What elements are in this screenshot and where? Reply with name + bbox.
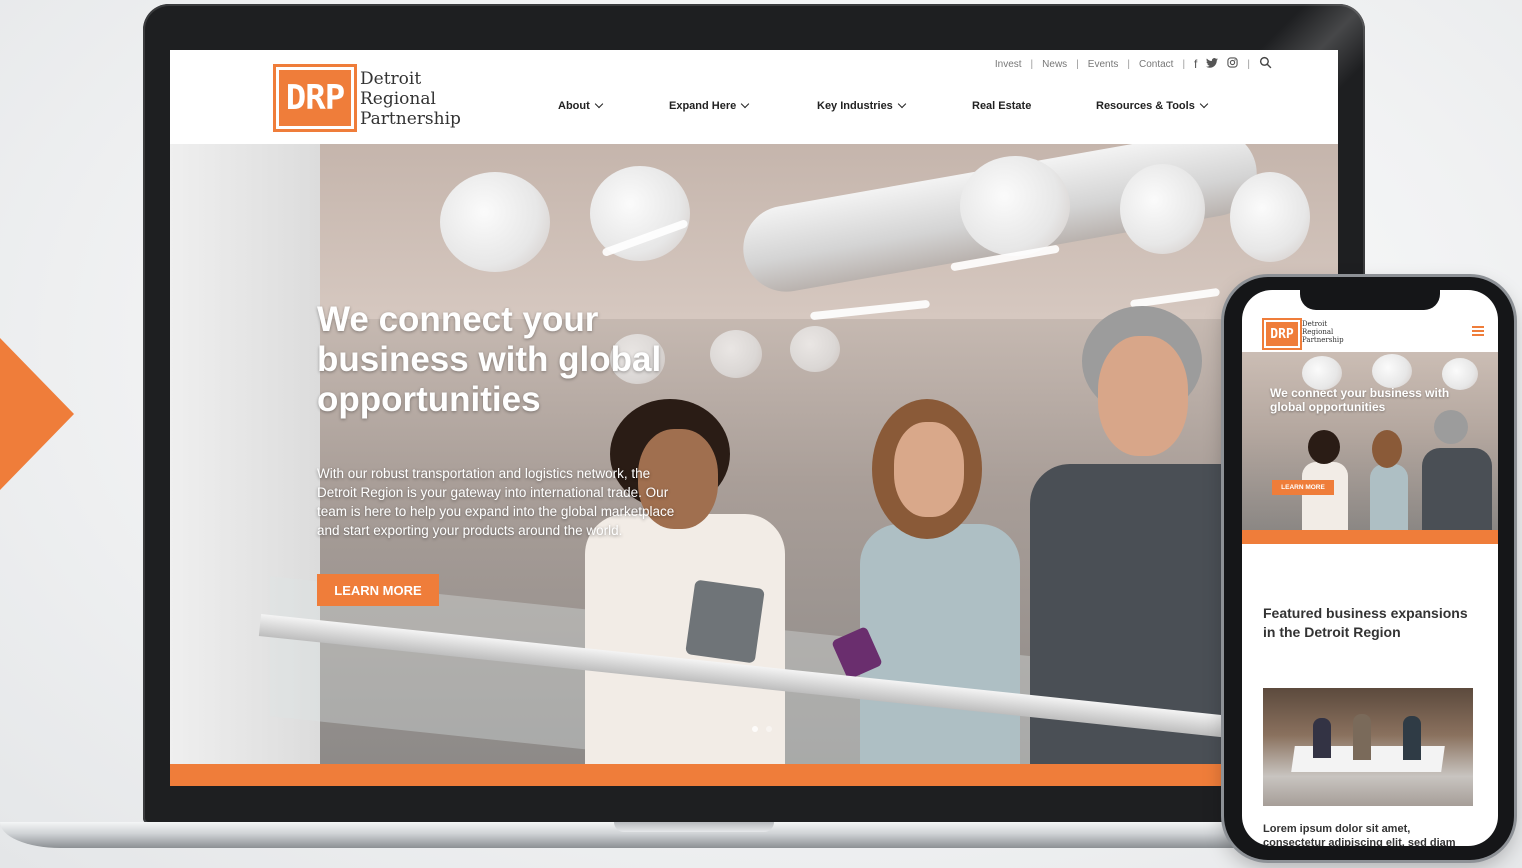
site-header: DRP Detroit Regional Partnership Invest … — [170, 50, 1338, 144]
logo-line-2: Regional — [1302, 328, 1334, 336]
main-nav: About Expand Here Key Industries Real Es… — [558, 99, 1209, 112]
nav-label: About — [558, 100, 590, 112]
mobile-hero-title: We connect your business with global opp… — [1270, 386, 1450, 414]
ceiling-porthole — [440, 172, 550, 272]
chevron-down-icon — [594, 99, 604, 109]
utility-link-invest[interactable]: Invest — [995, 59, 1022, 70]
separator: | — [1182, 58, 1186, 70]
nav-label: Real Estate — [972, 100, 1032, 112]
nav-label: Key Industries — [817, 100, 893, 112]
nav-item-about[interactable]: About — [558, 99, 669, 112]
featured-photo[interactable] — [1263, 688, 1473, 806]
separator: | — [1127, 58, 1130, 70]
person-hair — [1308, 430, 1340, 464]
chevron-down-icon — [741, 99, 750, 109]
drp-logo-mark[interactable]: DRP — [273, 64, 357, 132]
orange-arrow-graphic — [0, 338, 74, 490]
learn-more-button[interactable]: LEARN MORE — [317, 574, 439, 606]
logo-line-1: Detroit — [360, 69, 422, 89]
hero-title: We connect your business with global opp… — [317, 300, 662, 419]
ceiling-porthole — [1372, 354, 1412, 388]
hero-description: With our robust transportation and logis… — [317, 466, 675, 538]
nav-label: Resources & Tools — [1096, 100, 1195, 112]
utility-nav: Invest | News | Events | Contact | f | — [995, 56, 1272, 72]
ceiling-porthole — [1230, 172, 1310, 262]
ceiling-porthole — [1120, 164, 1205, 254]
mobile-hero — [1242, 352, 1498, 530]
hamburger-menu-icon[interactable] — [1472, 326, 1484, 338]
person-body — [1370, 464, 1408, 530]
utility-link-contact[interactable]: Contact — [1139, 59, 1173, 70]
nav-item-resources-tools[interactable]: Resources & Tools — [1096, 99, 1209, 112]
person-face — [894, 422, 964, 517]
slider-dots — [752, 726, 772, 732]
chevron-down-icon — [897, 99, 907, 109]
separator: | — [1030, 58, 1034, 70]
logo-line-3: Partnership — [360, 109, 461, 129]
laptop-notch — [614, 822, 774, 832]
ceiling-porthole — [790, 326, 840, 372]
ceiling-porthole — [960, 156, 1070, 256]
nav-item-expand-here[interactable]: Expand Here — [669, 99, 817, 112]
photo-person — [1313, 718, 1331, 758]
mobile-logo-mark[interactable]: DRP — [1262, 318, 1302, 350]
logo-line-1: Detroit — [1302, 320, 1328, 328]
person-face — [1098, 336, 1188, 456]
ceiling-porthole — [710, 330, 762, 378]
utility-link-news[interactable]: News — [1042, 59, 1067, 70]
person-body — [860, 524, 1020, 764]
hero-banner: We connect your business with global opp… — [170, 144, 1338, 764]
mobile-logo-wordmark[interactable]: Detroit Regional Partnership — [1302, 320, 1344, 344]
person-body — [1422, 448, 1492, 530]
logo-line-3: Partnership — [1302, 336, 1344, 344]
facebook-icon[interactable]: f — [1194, 57, 1197, 71]
nav-label: Expand Here — [669, 100, 737, 112]
separator: | — [1247, 58, 1250, 70]
photo-person — [1403, 716, 1421, 760]
instagram-icon[interactable] — [1227, 57, 1239, 71]
search-icon[interactable] — [1259, 56, 1272, 72]
ceiling-porthole — [590, 166, 690, 261]
tablet — [685, 579, 765, 664]
slider-dot[interactable] — [752, 726, 758, 732]
chevron-down-icon — [1199, 99, 1209, 109]
photo-person — [1353, 714, 1371, 760]
person-hair — [1372, 430, 1402, 468]
ceiling-porthole — [1302, 356, 1342, 390]
phone-notch — [1300, 288, 1440, 310]
slider-dot[interactable] — [766, 726, 772, 732]
mobile-learn-more-button[interactable]: LEARN MORE — [1272, 480, 1334, 495]
separator: | — [1076, 58, 1079, 70]
nav-item-key-industries[interactable]: Key Industries — [817, 99, 972, 112]
desktop-website: DRP Detroit Regional Partnership Invest … — [170, 50, 1338, 786]
featured-excerpt: Lorem ipsum dolor sit amet, consectetur … — [1263, 823, 1456, 846]
utility-link-events[interactable]: Events — [1088, 59, 1119, 70]
logo-wordmark[interactable]: Detroit Regional Partnership — [360, 69, 461, 129]
featured-section-title: Featured business expansions in the Detr… — [1263, 605, 1468, 640]
logo-line-2: Regional — [360, 89, 436, 109]
mobile-accent-bar — [1242, 530, 1498, 544]
nav-item-real-estate[interactable]: Real Estate — [972, 100, 1096, 112]
twitter-icon[interactable] — [1206, 57, 1219, 71]
mobile-website: DRP Detroit Regional Partnership We conn… — [1242, 290, 1498, 846]
person-hair — [1434, 410, 1468, 444]
accent-bar — [170, 764, 1338, 786]
person-body — [1302, 462, 1348, 530]
